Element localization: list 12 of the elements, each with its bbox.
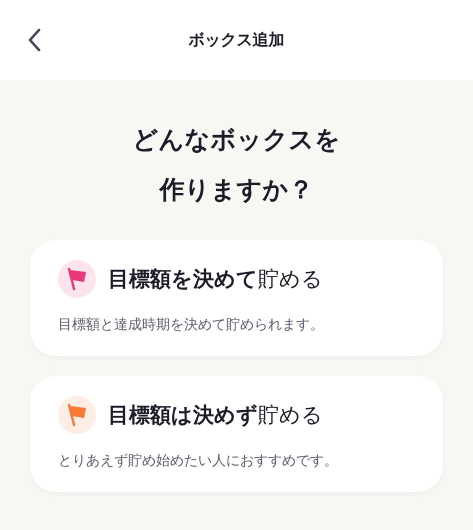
screen-title: ボックス追加 xyxy=(188,30,284,50)
option-card[interactable]: 目標額を決めて貯める 目標額と達成時期を決めて貯められます。 xyxy=(30,240,443,356)
option-description: とりあえず貯め始めたい人におすすめです。 xyxy=(58,452,339,470)
option-card[interactable]: 目標額は決めず貯める とりあえず貯め始めたい人におすすめです。 xyxy=(30,376,443,492)
question-heading: 作りますか？ xyxy=(160,174,314,206)
option-description: 目標額と達成時期を決めて貯められます。 xyxy=(58,316,325,334)
flag-icon xyxy=(58,260,96,298)
option-title: 目標額は決めず貯める xyxy=(108,402,323,429)
question-heading: どんなボックスを xyxy=(132,124,340,156)
option-title: 目標額を決めて貯める xyxy=(108,266,323,293)
flag-icon xyxy=(58,396,96,434)
back-icon xyxy=(27,28,41,52)
